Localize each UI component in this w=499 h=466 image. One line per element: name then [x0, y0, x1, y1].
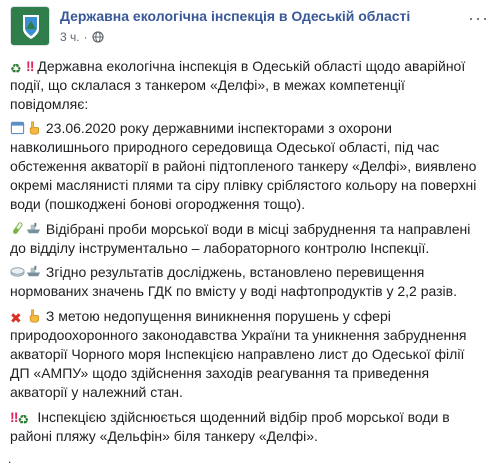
paragraph-text: З метою недопущення виникнення порушень …	[10, 308, 467, 400]
post-meta: 3 ч. ·	[60, 30, 104, 44]
paragraph-text: Відібрані проби морської води в місці за…	[10, 221, 471, 256]
paragraph-text: 23.06.2020 року державними інспекторами …	[10, 120, 477, 212]
post-options-button[interactable]: ···	[468, 8, 489, 29]
post-paragraph: Згідно результатів досліджень, встановле…	[10, 263, 480, 301]
test-tube-icon	[13, 222, 23, 234]
paragraph-text: Згідно результатів досліджень, встановле…	[10, 264, 457, 299]
meta-separator: ·	[83, 30, 88, 44]
paragraph-text: Державна екологічна інспекція в Одеській…	[10, 58, 466, 112]
pointing-hand-icon	[29, 121, 40, 135]
cross-mark-icon: ✖	[10, 310, 22, 326]
double-exclamation-icon: ‼	[26, 58, 35, 74]
globe-icon[interactable]	[91, 31, 104, 43]
post-paragraph: ✖ З метою недопущення виникнення порушен…	[10, 307, 480, 402]
post-paragraph: Відібрані проби морської води в місці за…	[10, 220, 480, 258]
paragraph-text: Інспекцією здійснюється щоденний відбір …	[10, 409, 450, 444]
ship-icon	[26, 265, 41, 277]
page-avatar[interactable]	[10, 6, 50, 46]
calendar-icon	[10, 121, 25, 135]
recycle-icon: ♻	[17, 412, 30, 427]
ship-icon	[26, 222, 41, 234]
post-paragraph: ♻ ‼ Державна екологічна інспекція в Одесь…	[10, 57, 480, 114]
post-header: Державна екологічна інспекція в Одеській…	[10, 6, 489, 48]
page-name-link[interactable]: Державна екологічна інспекція в Одеській…	[60, 8, 410, 24]
post-time[interactable]: 3 ч.	[60, 30, 80, 44]
oil-drum-icon	[10, 267, 25, 277]
post-paragraph: ‼♻ Інспекцією здійснюється щоденний відб…	[10, 408, 480, 446]
pointing-hand-icon	[29, 309, 40, 323]
double-exclamation-icon: ‼	[10, 409, 19, 425]
post-paragraph: 23.06.2020 року державними інспекторами …	[10, 119, 480, 214]
recycle-icon: ♻	[10, 61, 22, 76]
post-divider: .	[8, 452, 12, 466]
